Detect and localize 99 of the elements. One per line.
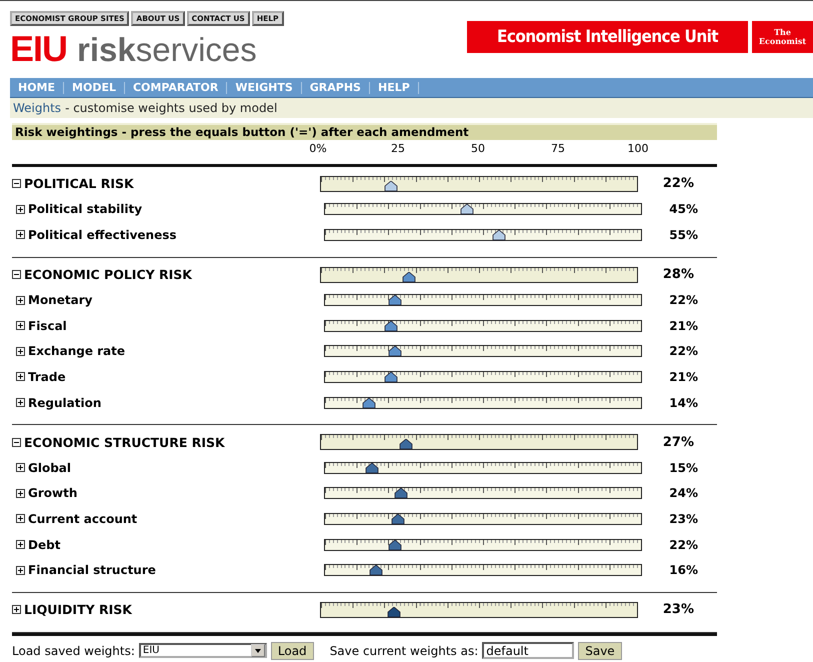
weight-value: 22%	[668, 293, 698, 308]
expand-icon[interactable]	[16, 230, 25, 240]
risk-label: ECONOMIC POLICY RISK	[24, 267, 192, 282]
collapse-icon[interactable]	[12, 179, 21, 188]
logo-text: riskservices	[77, 33, 257, 66]
slider-thumb[interactable]	[402, 272, 416, 283]
scale-label: 75	[551, 142, 565, 155]
risk-label: Global	[28, 460, 72, 475]
risk-label: Fiscal	[28, 318, 67, 333]
save-name-field[interactable]: default	[482, 642, 574, 659]
weight-value: 22%	[662, 176, 694, 192]
expand-icon[interactable]	[16, 514, 25, 524]
weight-slider[interactable]	[320, 266, 638, 283]
weight-value: 27%	[662, 434, 694, 450]
save-button[interactable]: Save	[578, 642, 622, 660]
scale-label: 0%	[309, 142, 327, 155]
expand-icon[interactable]	[16, 321, 25, 330]
weight-value: 14%	[668, 396, 698, 410]
risk-label: POLITICAL RISK	[24, 176, 134, 192]
weight-slider[interactable]	[324, 294, 642, 306]
risk-label: Trade	[28, 370, 66, 384]
collapse-icon[interactable]	[12, 270, 21, 280]
risk-label: ECONOMIC STRUCTURE RISK	[24, 434, 225, 450]
weight-slider[interactable]	[324, 396, 642, 409]
expand-icon[interactable]	[16, 398, 25, 408]
slider-thumb[interactable]	[365, 462, 380, 474]
slider-thumb[interactable]	[388, 295, 402, 306]
risk-label: Exchange rate	[28, 344, 126, 358]
scale-label: 25	[391, 142, 405, 155]
weight-slider[interactable]	[324, 462, 642, 474]
weight-slider[interactable]	[320, 602, 638, 618]
slider-thumb[interactable]	[460, 204, 474, 216]
scale-label: 100	[628, 142, 648, 155]
load-button[interactable]: Load	[270, 642, 314, 660]
slider-thumb[interactable]	[384, 320, 398, 332]
expand-icon[interactable]	[12, 605, 21, 614]
weight-value: 23%	[668, 512, 698, 526]
weight-value: 23%	[662, 602, 694, 618]
page-title: Weights	[13, 101, 62, 115]
weight-value: 15%	[668, 460, 698, 475]
weight-value: 22%	[668, 344, 698, 358]
expand-icon[interactable]	[16, 540, 25, 550]
weight-slider[interactable]	[324, 370, 642, 383]
expand-icon[interactable]	[16, 488, 25, 498]
weight-value: 16%	[668, 563, 698, 578]
expand-icon[interactable]	[16, 346, 25, 356]
slider-thumb[interactable]	[492, 230, 506, 241]
risk-label: Current account	[28, 512, 138, 526]
weight-slider[interactable]	[320, 176, 638, 192]
expand-icon[interactable]	[16, 463, 25, 472]
weight-slider[interactable]	[324, 538, 642, 551]
slider-thumb[interactable]	[386, 606, 401, 618]
risk-label: Monetary	[28, 293, 92, 308]
weight-value: 45%	[668, 202, 698, 216]
logo-mark: EIU	[10, 31, 68, 67]
collapse-icon[interactable]	[12, 438, 21, 447]
slider-thumb[interactable]	[388, 540, 402, 551]
weight-slider[interactable]	[324, 320, 642, 332]
risk-label: Financial structure	[28, 563, 156, 578]
panel-title: Risk weightings - press the equals button ('=') after each amendment	[12, 123, 717, 140]
weight-slider[interactable]	[324, 203, 642, 216]
weight-slider[interactable]	[324, 512, 642, 525]
weight-slider[interactable]	[320, 434, 638, 450]
slider-thumb[interactable]	[362, 398, 376, 409]
expand-icon[interactable]	[16, 566, 25, 575]
save-label: Save current weights as:	[330, 644, 478, 658]
slider-thumb[interactable]	[388, 346, 402, 358]
risk-label: Political stability	[28, 202, 142, 216]
weight-value: 55%	[668, 228, 698, 242]
weight-value: 24%	[668, 486, 698, 500]
dropdown-icon	[254, 648, 261, 652]
weight-slider[interactable]	[324, 228, 642, 241]
weight-value: 28%	[662, 267, 694, 282]
banner-title: Economist Intelligence Unit	[467, 21, 748, 53]
weights-select[interactable]: EIU	[138, 643, 267, 658]
risk-label: Debt	[28, 538, 60, 552]
slider-thumb[interactable]	[394, 488, 408, 500]
slider-thumb[interactable]	[399, 439, 414, 450]
slider-thumb[interactable]	[368, 565, 383, 576]
scale-label: 50	[471, 142, 485, 155]
page-subtitle: - customise weights used by model	[65, 101, 278, 115]
slider-thumb[interactable]	[390, 514, 405, 525]
weight-value: 21%	[668, 370, 698, 384]
risk-label: Growth	[28, 486, 78, 500]
risk-label: Regulation	[28, 396, 102, 410]
weight-value: 22%	[668, 538, 698, 552]
economist-badge: The Economist	[752, 21, 813, 53]
load-label: Load saved weights:	[12, 644, 135, 658]
slider-thumb[interactable]	[384, 180, 398, 192]
weight-slider[interactable]	[324, 487, 642, 500]
risk-label: LIQUIDITY RISK	[24, 602, 132, 618]
weight-slider[interactable]	[324, 345, 642, 358]
expand-icon[interactable]	[16, 296, 25, 305]
weight-slider[interactable]	[324, 564, 642, 576]
slider-thumb[interactable]	[384, 372, 398, 383]
expand-icon[interactable]	[16, 372, 25, 382]
weight-value: 21%	[668, 318, 698, 333]
expand-icon[interactable]	[16, 204, 25, 214]
risk-label: Political effectiveness	[28, 228, 177, 242]
